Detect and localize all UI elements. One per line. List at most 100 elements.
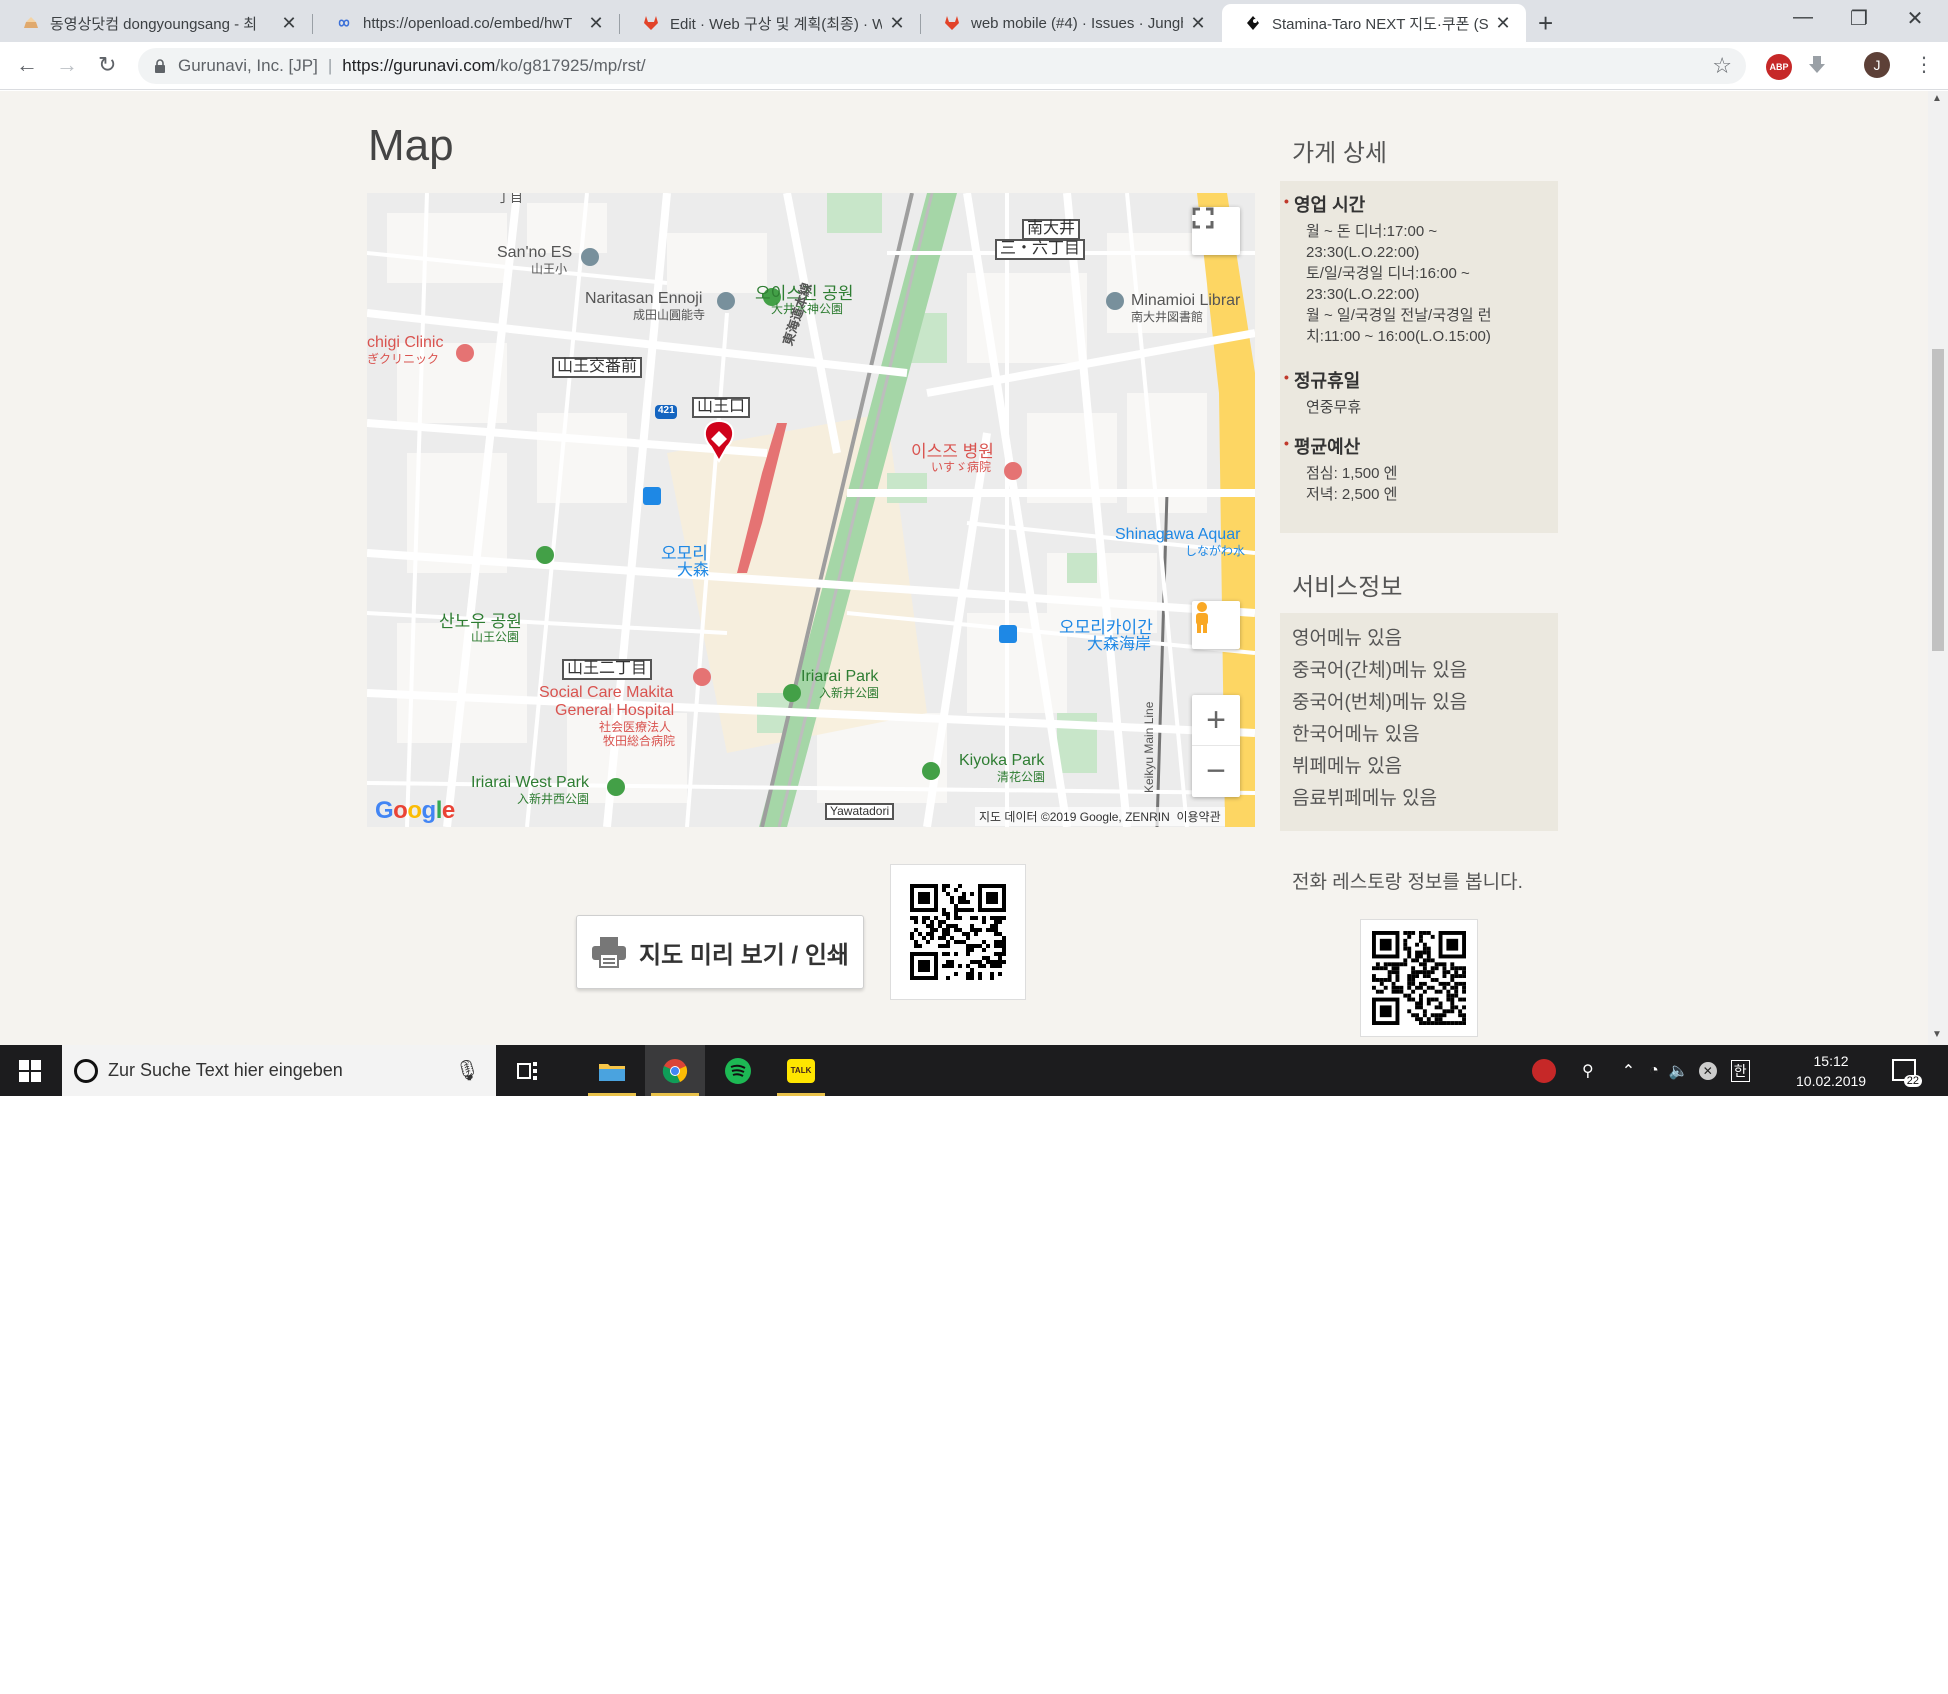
adblock-icon[interactable]: ABP	[1766, 54, 1792, 80]
zoom-control: + −	[1192, 695, 1240, 797]
taskbar-clock[interactable]: 15:12 10.02.2019	[1796, 1051, 1866, 1091]
street-view-pegman[interactable]	[1192, 601, 1240, 649]
average-budget-heading: 평균예산	[1284, 433, 1360, 459]
back-arrow-icon[interactable]: ←	[16, 52, 38, 78]
browser-tab-2[interactable]: https://openload.co/embed/hwT ✕	[313, 4, 619, 42]
park-pin-icon	[922, 762, 940, 780]
spotify-taskbar-button[interactable]	[708, 1045, 768, 1096]
bookmark-star-icon[interactable]: ☆	[1712, 53, 1732, 79]
tab-close-icon[interactable]: ✕	[888, 13, 906, 34]
regular-holiday-heading: 정규휴일	[1284, 367, 1360, 393]
url-path: /ko/g817925/mp/rst/	[495, 56, 646, 75]
red-tray-app-icon[interactable]	[1532, 1058, 1556, 1083]
tab-close-icon[interactable]: ✕	[280, 13, 298, 34]
route-label: 421	[658, 405, 675, 416]
browser-tab-5-active[interactable]: Stamina-Taro NEXT 지도·쿠폰 (S ✕	[1222, 4, 1526, 42]
action-center-icon[interactable]: 22	[1892, 1059, 1922, 1087]
map-label: 入新井公園	[819, 686, 880, 700]
print-button-label: 지도 미리 보기 / 인쇄	[639, 941, 849, 969]
zoom-in-button[interactable]: +	[1192, 696, 1240, 746]
tray-overflow-chevron-icon[interactable]: ⌃	[1622, 1061, 1635, 1081]
map-label: 오모리	[661, 544, 708, 563]
download-extension-icon[interactable]	[1806, 54, 1828, 81]
address-bar[interactable]: Gurunavi, Inc. [JP] | https://gurunavi.c…	[138, 48, 1746, 84]
people-icon[interactable]: ⚲	[1582, 1061, 1594, 1081]
scrollbar-thumb[interactable]	[1932, 349, 1944, 651]
clock-time: 15:12	[1813, 1053, 1849, 1069]
tab-close-icon[interactable]: ✕	[1189, 13, 1207, 34]
profile-avatar[interactable]: J	[1864, 52, 1890, 78]
reload-icon[interactable]: ↻	[98, 52, 116, 78]
google-map[interactable]: 丁目 San'no ES 山王小 Naritasan Ennoji 成田山圓能寺…	[367, 193, 1255, 827]
tab-close-icon[interactable]: ✕	[1494, 13, 1512, 34]
map-label: ぎクリニック	[367, 352, 440, 366]
window-close-button[interactable]: ✕	[1887, 6, 1943, 31]
browser-tab-4[interactable]: web mobile (#4) · Issues · Jungho ✕	[921, 4, 1221, 42]
zoom-out-button[interactable]: −	[1192, 746, 1240, 796]
cortana-icon	[74, 1058, 98, 1083]
gitlab-icon	[945, 16, 959, 30]
terms-link[interactable]: 이용약관	[1176, 810, 1220, 824]
task-view-button[interactable]	[498, 1045, 558, 1096]
running-indicator	[777, 1093, 825, 1096]
service-item: 영어메뉴 있음	[1292, 628, 1403, 649]
hospital-pin-icon	[693, 668, 711, 686]
vpn-disconnected-icon[interactable]: ✕	[1698, 1061, 1717, 1080]
tab-title: Edit · Web 구상 및 계획(최종) · W	[670, 15, 882, 33]
gitlab-icon	[644, 16, 658, 30]
gurunavi-icon	[1247, 16, 1259, 30]
windows-logo-icon	[19, 1059, 41, 1082]
service-item: 뷔페메뉴 있음	[1292, 756, 1403, 777]
volume-icon[interactable]: 🔈	[1669, 1061, 1689, 1081]
start-button[interactable]	[0, 1045, 60, 1096]
browser-tab-3[interactable]: Edit · Web 구상 및 계획(최종) · W ✕	[620, 4, 920, 42]
hospital-pin-icon	[1004, 462, 1022, 480]
tab-close-icon[interactable]: ✕	[587, 13, 605, 34]
park-pin-icon	[536, 546, 554, 564]
phone-qr-code	[1360, 919, 1478, 1037]
file-explorer-icon	[599, 1063, 625, 1081]
taskbar-search-placeholder: Zur Suche Text hier eingeben	[108, 1060, 343, 1080]
map-label: 南大井	[1022, 219, 1081, 240]
chrome-taskbar-button[interactable]	[645, 1045, 705, 1096]
forward-arrow-icon[interactable]: →	[56, 52, 78, 78]
fullscreen-button[interactable]	[1192, 207, 1240, 255]
google-logo[interactable]: Google	[375, 797, 455, 825]
taskbar-search-box[interactable]: Zur Suche Text hier eingeben 🎙	[62, 1045, 496, 1096]
business-hours-heading: 영업 시간	[1284, 191, 1365, 217]
kebab-menu-icon[interactable]: ⋮	[1914, 52, 1934, 77]
page-viewport: Map 丁目 San'no ES 山王小 Naritasan Ennoji 成田…	[0, 91, 1928, 1045]
browser-tab-1[interactable]: 동영상닷컴 dongyoungsang - 최 ✕	[0, 4, 312, 42]
map-label: 오모리카이간	[1059, 618, 1153, 637]
temple-pin-icon	[717, 292, 735, 310]
ime-indicator[interactable]: 한	[1730, 1059, 1750, 1082]
file-explorer-taskbar-button[interactable]	[582, 1045, 642, 1096]
map-label: Keikyu Main Line	[1142, 701, 1156, 793]
running-indicator	[651, 1093, 699, 1096]
omori-kaigan-station-icon[interactable]	[999, 625, 1017, 643]
microphone-icon[interactable]: 🎙	[455, 1058, 480, 1083]
map-label: 이스즈 병원	[911, 442, 994, 461]
scroll-up-icon[interactable]: ▲	[1932, 93, 1942, 104]
business-hours-text: 월 ~ 돈 디너:17:00 ~ 23:30(L.O.22:00) 토/일/국경…	[1306, 223, 1492, 345]
service-item: 중국어(번체)메뉴 있음	[1292, 692, 1468, 713]
clinic-pin-icon	[456, 344, 474, 362]
omori-station-icon[interactable]	[643, 487, 661, 505]
page-scrollbar[interactable]: ▲ ▼	[1928, 91, 1948, 1045]
kakaotalk-taskbar-button[interactable]: TALK	[771, 1045, 831, 1096]
system-tray: ⚲ ⌃ ◔ 🔈 ✕ 한	[1532, 1045, 1770, 1096]
minimize-button[interactable]: —	[1775, 6, 1831, 29]
scroll-down-icon[interactable]: ▼	[1932, 1029, 1942, 1040]
wifi-icon[interactable]: ◔	[1649, 1062, 1659, 1080]
new-tab-button[interactable]: +	[1538, 8, 1553, 39]
map-label: しながわ水	[1185, 544, 1246, 558]
maximize-button[interactable]: ❐	[1831, 6, 1887, 31]
regular-holiday-text: 연중무휴	[1306, 399, 1362, 416]
map-print-button[interactable]: 지도 미리 보기 / 인쇄	[576, 915, 864, 989]
map-label: 山王二丁目	[562, 659, 653, 680]
cake-icon	[24, 17, 38, 28]
school-pin-icon	[581, 248, 599, 266]
qr-code-icon	[910, 884, 1006, 980]
map-label: 산노우 공원	[439, 612, 522, 631]
map-label: General Hospital	[555, 702, 675, 719]
